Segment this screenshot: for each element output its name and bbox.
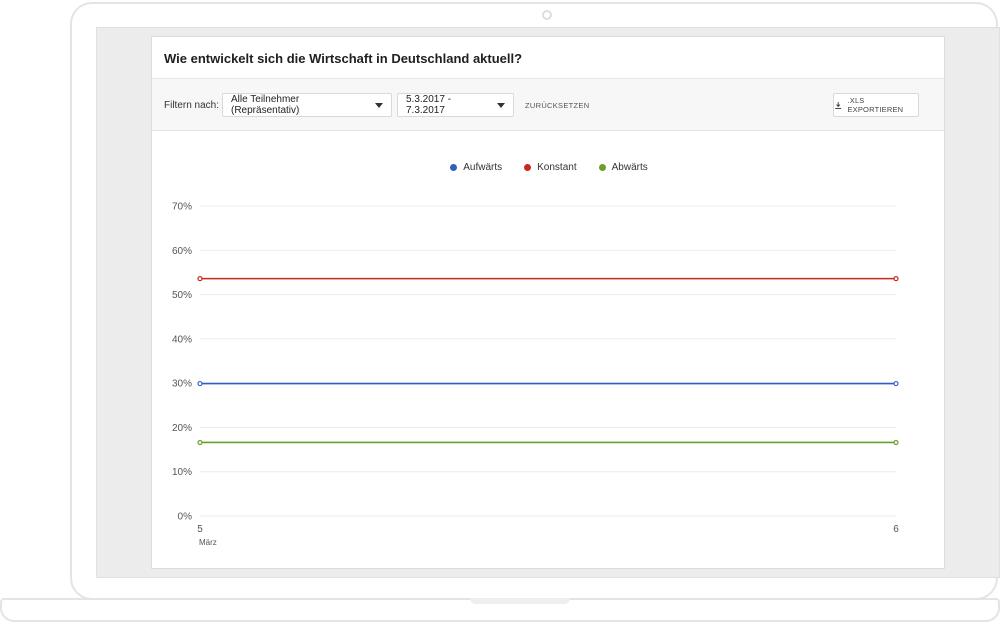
x-tick-label: 5 — [197, 524, 203, 535]
page-title: Wie entwickelt sich die Wirtschaft in De… — [164, 51, 523, 66]
x-tick-label: 6 — [893, 524, 899, 535]
legend-label: Konstant — [537, 162, 577, 173]
x-axis-month-label: März — [199, 538, 217, 547]
survey-card: Wie entwickelt sich die Wirtschaft in De… — [151, 36, 945, 569]
filter-label: Filtern nach: — [164, 100, 220, 111]
y-tick-label: 60% — [172, 246, 192, 257]
export-xls-label: .XLS EXPORTIEREN — [847, 96, 904, 114]
download-icon — [835, 101, 842, 109]
chart-legend: Aufwärts Konstant Abwärts — [152, 162, 946, 173]
data-point — [197, 439, 203, 446]
data-point — [197, 276, 203, 282]
data-point — [893, 380, 899, 387]
chart-canvas: 0% 10% 20% 30% 40% 50% 60% 70% 5 6 März — [172, 202, 899, 548]
chevron-down-icon — [375, 102, 383, 108]
chevron-down-icon — [497, 102, 505, 108]
export-xls-button[interactable]: .XLS EXPORTIEREN — [833, 93, 919, 117]
legend-label: Abwärts — [611, 162, 648, 173]
daterange-select-value: 5.3.2017 - 7.3.2017 — [406, 94, 452, 116]
legend-marker — [598, 164, 606, 171]
legend-marker — [524, 164, 532, 171]
data-point — [893, 439, 899, 446]
camera-icon — [542, 10, 552, 20]
data-point — [197, 380, 203, 387]
reset-button[interactable]: ZURÜCKSETZEN — [525, 101, 589, 110]
laptop-notch — [470, 598, 570, 604]
legend-item[interactable]: Konstant — [524, 162, 577, 173]
data-point — [893, 276, 899, 282]
y-tick-label: 0% — [178, 512, 193, 523]
y-tick-label: 30% — [172, 379, 192, 390]
participants-select-value: Alle Teilnehmer (Repräsentativ) — [231, 94, 300, 116]
legend-label: Aufwärts — [463, 162, 503, 173]
screen: Wie entwickelt sich die Wirtschaft in De… — [96, 27, 1000, 578]
legend-marker — [450, 164, 458, 171]
y-tick-label: 70% — [172, 202, 192, 213]
card-header: Wie entwickelt sich die Wirtschaft in De… — [152, 37, 944, 79]
legend-item[interactable]: Abwärts — [598, 162, 648, 173]
legend-item[interactable]: Aufwärts — [450, 162, 502, 173]
y-tick-label: 10% — [172, 467, 192, 478]
filter-bar: Filtern nach: Alle Teilnehmer (Repräsent… — [152, 79, 944, 131]
participants-select[interactable]: Alle Teilnehmer (Repräsentativ) — [222, 93, 392, 117]
y-tick-label: 50% — [172, 290, 192, 301]
line-chart: 0% 10% 20% 30% 40% 50% 60% 70% 5 6 März Aufwärts Ko… — [152, 132, 946, 568]
y-tick-label: 40% — [172, 334, 192, 345]
daterange-select[interactable]: 5.3.2017 - 7.3.2017 — [397, 93, 514, 117]
y-tick-label: 20% — [172, 423, 192, 434]
